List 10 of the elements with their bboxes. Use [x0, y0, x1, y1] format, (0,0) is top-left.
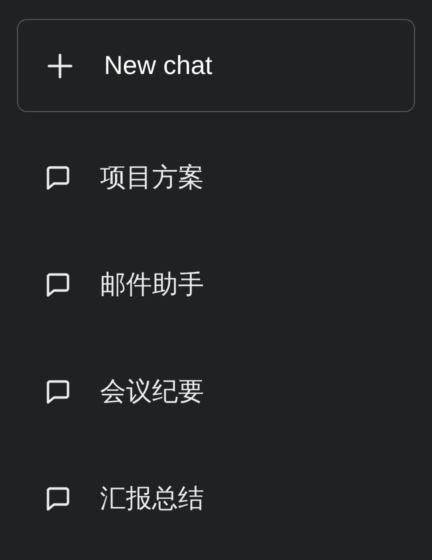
- conversation-item[interactable]: 邮件助手: [17, 231, 415, 338]
- chat-bubble-icon: [44, 378, 72, 406]
- chat-bubble-icon: [44, 164, 72, 192]
- conversation-item[interactable]: 汇报总结: [17, 445, 415, 552]
- conversation-item[interactable]: 会议纪要: [17, 338, 415, 445]
- chat-bubble-icon: [44, 484, 72, 512]
- new-chat-button[interactable]: New chat: [17, 19, 415, 112]
- plus-icon: [46, 52, 74, 80]
- conversation-item[interactable]: 项目方案: [17, 124, 415, 231]
- chat-bubble-icon: [44, 270, 72, 298]
